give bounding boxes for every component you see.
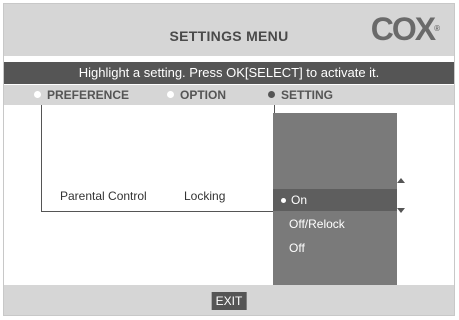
breadcrumb-option[interactable]: OPTION [167,85,226,105]
preference-value[interactable]: Parental Control [60,189,147,203]
settings-options-list: On Off/Relock Off [273,113,397,288]
settings-menu-screen: SETTINGS MENU COX® Highlight a setting. … [3,3,455,316]
breadcrumb-setting[interactable]: SETTING [268,85,333,105]
scroll-down-icon[interactable] [397,208,405,213]
bullet-icon [34,91,41,98]
breadcrumb-label: PREFERENCE [47,88,130,102]
logo-trademark: ® [434,24,440,33]
option-value[interactable]: Locking [184,189,225,203]
breadcrumb-label: OPTION [180,88,227,102]
option-off-relock[interactable]: Off/Relock [273,213,397,235]
option-label: Off/Relock [289,217,345,231]
tree-connector [41,105,42,211]
cox-logo: COX® [371,12,440,46]
option-label: Off [289,241,305,255]
option-label: On [291,193,308,207]
tree-connector [41,211,274,212]
breadcrumb-preference[interactable]: PREFERENCE [34,85,129,105]
scroll-up-icon[interactable] [397,178,405,183]
breadcrumb: PREFERENCE OPTION SETTING [4,85,454,105]
instruction-bar: Highlight a setting. Press OK[SELECT] to… [4,62,454,84]
header: SETTINGS MENU COX® [4,4,454,56]
bullet-icon [167,91,174,98]
option-on[interactable]: On [273,189,397,211]
selected-bullet-icon [281,198,286,203]
breadcrumb-label: SETTING [281,88,334,102]
bullet-icon [268,91,275,98]
footer: EXIT [4,285,454,315]
option-off[interactable]: Off [273,237,397,259]
logo-text: COX [370,11,436,47]
settings-content: Parental Control Locking On Off/Relock O… [4,105,454,288]
exit-button[interactable]: EXIT [211,292,247,310]
